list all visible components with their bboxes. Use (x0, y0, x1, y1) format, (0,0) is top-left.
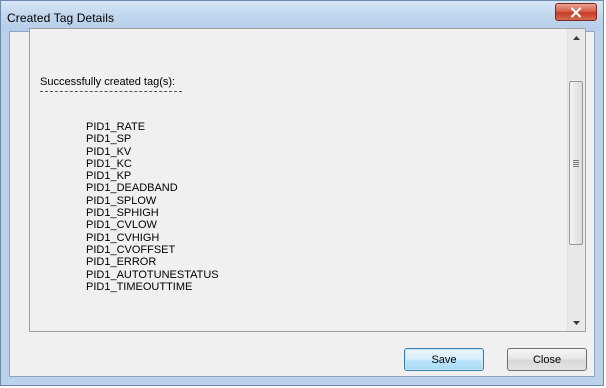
window-close-button[interactable] (555, 3, 597, 21)
list-item: PID1_TIMEOUTTIME (86, 280, 193, 293)
title-bar[interactable]: Created Tag Details (1, 1, 603, 31)
list-item: PID1_CVOFFSET (86, 243, 176, 256)
list-item: PID1_SPHIGH (86, 207, 159, 220)
scroll-up-arrow-icon (573, 35, 580, 40)
close-icon (570, 6, 582, 18)
list-item: PID1_KC (86, 157, 132, 170)
success-heading: Successfully created tag(s): (40, 76, 176, 88)
tag-details-textbox[interactable]: Successfully created tag(s): PID1_RATE P… (29, 28, 586, 332)
created-tag-details-dialog: Created Tag Details Successfully created… (0, 0, 604, 386)
list-item: PID1_AUTOTUNESTATUS (86, 268, 219, 281)
textbox-content: Successfully created tag(s): PID1_RATE P… (30, 29, 568, 331)
list-item: PID1_SPLOW (86, 194, 157, 207)
scroll-down-arrow-icon (573, 320, 580, 325)
scroll-up-button[interactable] (568, 29, 585, 46)
tag-list: PID1_RATE PID1_SP PID1_KV PID1_KC PID1_K… (86, 121, 219, 293)
save-button[interactable]: Save (404, 348, 484, 371)
list-item: PID1_CVLOW (86, 219, 157, 232)
scrollbar-grip-icon (573, 159, 579, 167)
vertical-scrollbar[interactable] (567, 29, 585, 331)
list-item: PID1_ERROR (86, 256, 157, 269)
dashed-divider (40, 91, 182, 92)
list-item: PID1_DEADBAND (86, 182, 178, 195)
close-button[interactable]: Close (507, 348, 587, 371)
list-item: PID1_KP (86, 170, 132, 183)
list-item: PID1_CVHIGH (86, 231, 160, 244)
scrollbar-thumb[interactable] (569, 81, 583, 245)
list-item: PID1_SP (86, 133, 132, 146)
dialog-title: Created Tag Details (7, 11, 115, 25)
scroll-down-button[interactable] (568, 314, 585, 331)
list-item: PID1_KV (86, 145, 132, 158)
list-item: PID1_RATE (86, 121, 146, 133)
